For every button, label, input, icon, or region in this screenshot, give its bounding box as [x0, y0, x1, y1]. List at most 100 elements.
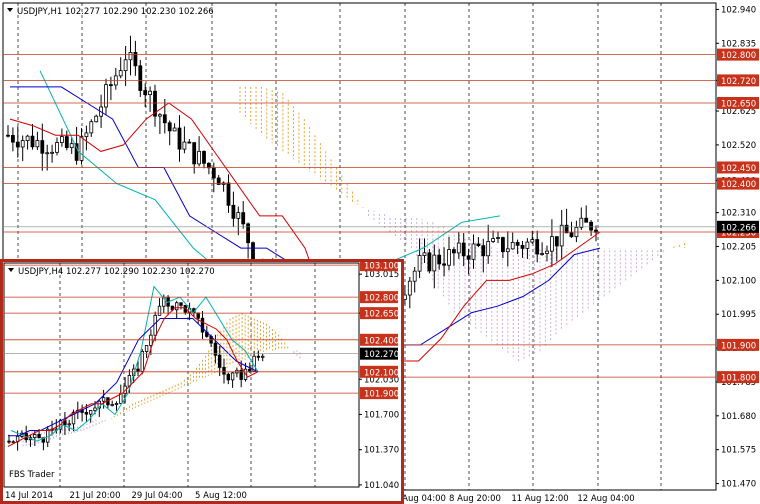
candle-body — [222, 366, 226, 375]
candle-body — [187, 141, 192, 144]
candle-body — [89, 410, 93, 415]
candle-body — [442, 263, 447, 266]
candle-body — [35, 140, 40, 148]
candle-body — [241, 212, 246, 225]
candle-body — [412, 270, 417, 282]
candle-body — [520, 244, 525, 249]
candle-body — [46, 428, 50, 443]
candle-body — [167, 122, 172, 132]
watermark-label: FBS Trader — [9, 470, 55, 480]
chart-header: USDJPY,H4 102.277 102.290 102.230 102.27… — [18, 267, 215, 277]
candle-body — [67, 423, 71, 426]
candle-body — [11, 441, 15, 444]
candle-body — [136, 368, 140, 372]
candle-body — [20, 140, 25, 148]
candle-body — [7, 440, 11, 443]
y-tick-label: 102.310 — [721, 209, 756, 219]
y-tick-label: 101.995 — [721, 310, 756, 320]
candle-body — [456, 242, 461, 254]
plot-area — [3, 262, 360, 488]
x-tick-label: 8 Aug 20:00 — [449, 494, 501, 504]
level-tag-label: 101.900 — [364, 390, 399, 400]
candle-body — [50, 151, 54, 154]
candle-body — [93, 407, 97, 411]
level-tag-label: 102.400 — [364, 336, 399, 346]
candle-body — [236, 212, 241, 219]
level-tag-label: 103.100 — [364, 262, 399, 272]
candle-body — [569, 232, 574, 238]
candle-body — [196, 312, 200, 319]
candle-body — [192, 142, 197, 165]
candle-body — [60, 136, 64, 143]
menu-triangle-icon — [7, 8, 13, 12]
candle-body — [30, 135, 35, 148]
level-tag-label: 101.900 — [721, 341, 756, 351]
x-tick-label: 29 Jul 04:00 — [132, 491, 183, 501]
candle-body — [226, 373, 230, 381]
menu-triangle-icon — [8, 268, 14, 272]
candle-body — [447, 249, 451, 266]
level-tag-label: 102.800 — [364, 294, 399, 304]
y-tick-label: 102.835 — [721, 39, 756, 49]
candle-body — [182, 141, 187, 150]
level-tag-label: 102.450 — [721, 164, 756, 174]
candle-body — [45, 152, 50, 155]
candle-body — [174, 302, 179, 311]
x-tick-label: 14 Jul 2014 — [5, 491, 53, 501]
level-tag-label: 102.100 — [364, 368, 399, 378]
candle-body — [40, 140, 45, 154]
candle-body — [94, 115, 99, 123]
candle-body — [202, 150, 206, 164]
level-tag-label: 101.800 — [721, 374, 756, 384]
current-price-label: 102.270 — [364, 350, 399, 360]
y-tick-label: 102.205 — [721, 243, 756, 253]
candle-body — [110, 404, 114, 406]
candle-body — [251, 242, 255, 261]
candle-body — [589, 221, 593, 231]
y-tick-label: 102.520 — [721, 141, 756, 151]
candle-body — [554, 236, 559, 247]
current-price-label: 102.266 — [721, 223, 756, 233]
candle-body — [545, 250, 549, 254]
candle-body — [33, 434, 37, 438]
candle-body — [427, 252, 432, 272]
candle-body — [15, 141, 20, 148]
candle-body — [69, 143, 74, 149]
y-tick-label: 103.015 — [364, 270, 399, 280]
candle-body — [230, 372, 235, 381]
candle-body — [500, 237, 505, 253]
candle-body — [515, 241, 520, 246]
x-tick-label: 5 Aug 12:00 — [195, 491, 247, 501]
y-tick-label: 101.680 — [721, 412, 756, 422]
y-tick-label: 101.470 — [721, 480, 756, 490]
candle-body — [104, 84, 108, 108]
candle-body — [6, 134, 10, 137]
candle-body — [119, 393, 123, 404]
candle-body — [10, 135, 15, 143]
candle-body — [200, 317, 205, 333]
level-tag-label: 102.400 — [721, 180, 756, 190]
candle-body — [143, 90, 148, 96]
candle-body — [260, 355, 265, 358]
candle-body — [101, 397, 106, 402]
candle-body — [559, 224, 564, 247]
candle-body — [211, 167, 216, 179]
candle-body — [157, 114, 162, 117]
candle-body — [149, 334, 153, 346]
y-tick-label: 101.700 — [364, 410, 399, 420]
y-tick-label: 101.370 — [364, 446, 399, 456]
candle-body — [248, 368, 252, 372]
candle-body — [37, 434, 41, 439]
candle-body — [437, 254, 442, 265]
candle-body — [231, 204, 236, 219]
candle-body — [128, 52, 133, 61]
inset-chart-h4[interactable]: 103.015102.650102.030101.700101.370101.0… — [3, 262, 401, 501]
level-tag-label: 102.800 — [721, 51, 756, 61]
candle-body — [217, 354, 222, 368]
candle-body — [84, 132, 89, 138]
candle-body — [162, 114, 167, 124]
candle-body — [179, 302, 183, 306]
candle-body — [84, 412, 89, 415]
candle-body — [505, 248, 510, 253]
candle-body — [432, 254, 437, 272]
